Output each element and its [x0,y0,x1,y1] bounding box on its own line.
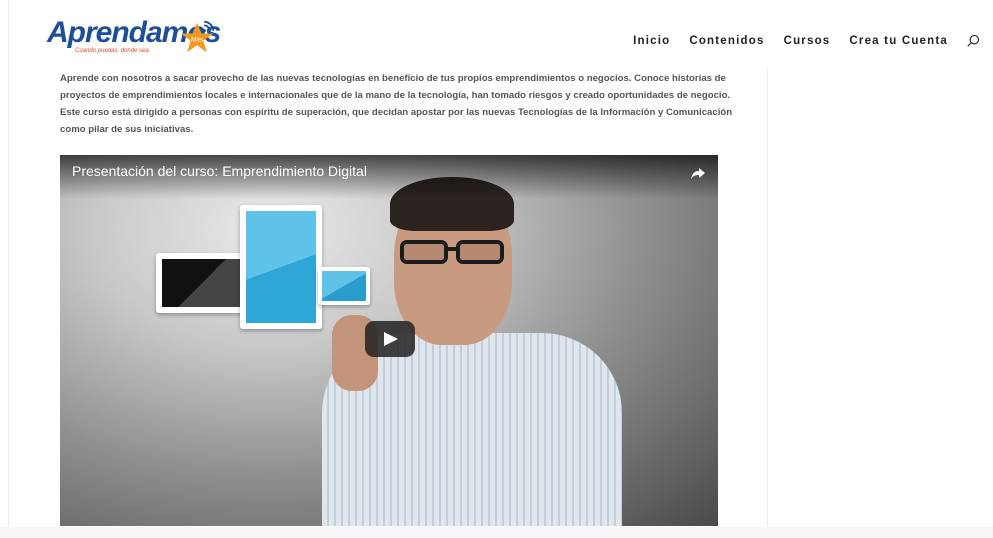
nav-item-inicio[interactable]: Inicio [633,35,670,47]
thumbnail-device-phone [156,253,248,313]
site-logo[interactable]: Aprendamos Cuando puedas, donde sea. Más [47,14,237,58]
video-title[interactable]: Presentación del curso: Emprendimiento D… [72,163,367,179]
search-icon[interactable] [966,34,980,48]
sidebar-divider [767,68,768,538]
page: Aprendamos Cuando puedas, donde sea. Más… [8,0,993,538]
star-icon: Más [180,20,215,53]
play-icon [384,332,398,346]
course-description: Aprende con nosotros a sacar provecho de… [60,73,733,135]
main-nav: Inicio Contenidos Cursos Crea tu Cuenta [614,34,980,48]
nav-item-crea-tu-cuenta[interactable]: Crea tu Cuenta [849,35,948,47]
logo-tagline: Cuando puedas, donde sea. [75,48,151,54]
site-header: Aprendamos Cuando puedas, donde sea. Más… [9,0,993,68]
thumbnail-device-tablet [240,205,322,329]
page-bottom-strip [0,527,993,538]
share-icon[interactable] [690,165,706,181]
star-label: Más [191,37,204,44]
presenter-glasses [400,240,504,264]
thumbnail-device-small [318,267,370,305]
nav-item-contenidos[interactable]: Contenidos [689,35,764,47]
video-player[interactable]: Presentación del curso: Emprendimiento D… [60,155,718,526]
nav-item-cursos[interactable]: Cursos [784,35,831,47]
play-button[interactable] [365,321,415,357]
